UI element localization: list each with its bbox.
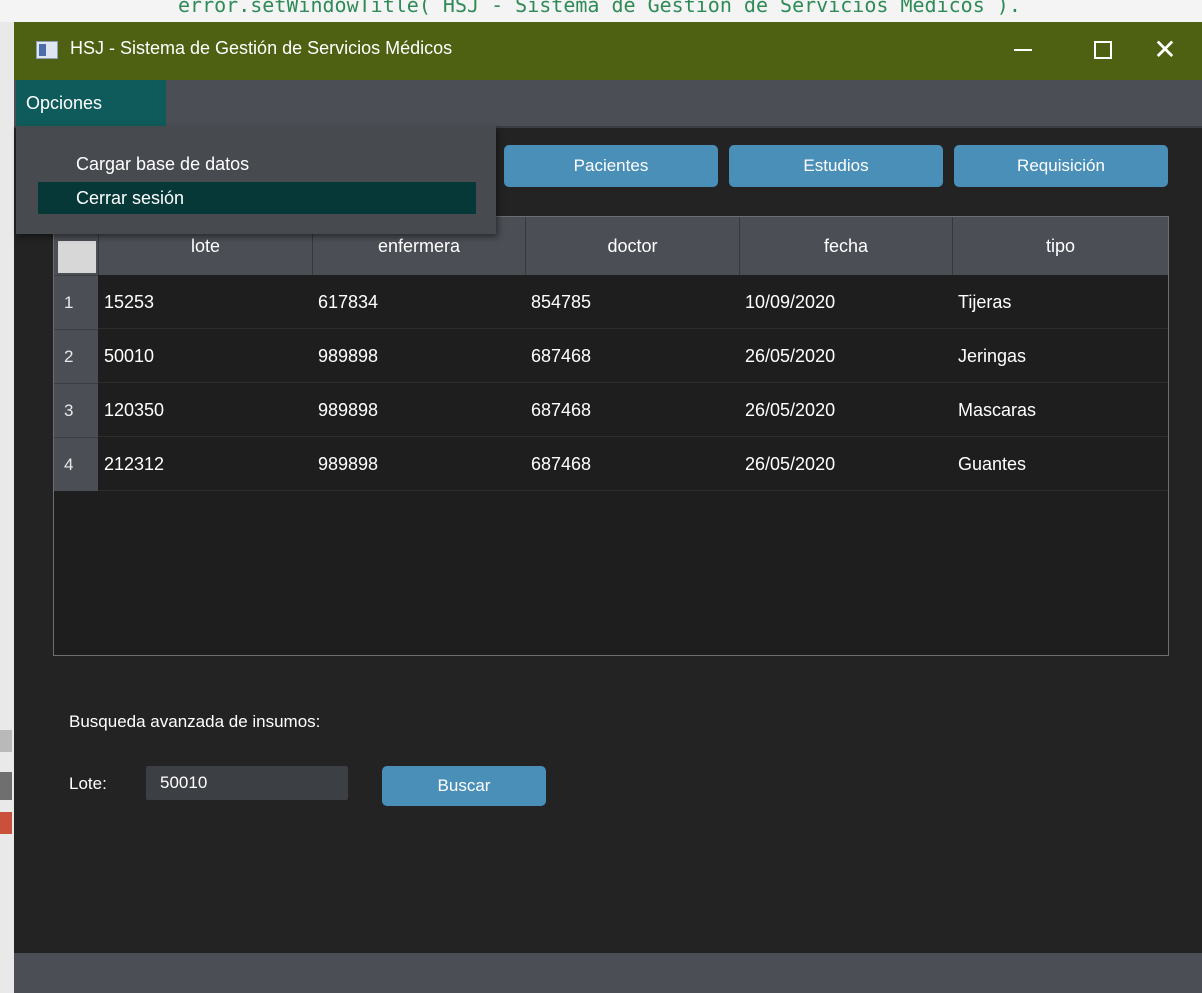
editor-gutter [0,22,14,993]
close-icon: ✕ [1153,33,1177,66]
gutter-marker [0,772,12,800]
gutter-error-marker [0,812,12,834]
lote-input[interactable] [146,766,348,800]
table-cell[interactable]: 854785 [525,275,739,329]
row-header[interactable]: 1 [54,275,98,329]
table-cell[interactable]: 989898 [312,383,525,437]
row-header[interactable]: 4 [54,437,98,491]
estudios-button[interactable]: Estudios [729,145,943,187]
menu-item-cargar-base-de-datos[interactable]: Cargar base de datos [38,148,476,180]
pacientes-button[interactable]: Pacientes [504,145,718,187]
table-cell[interactable]: 989898 [312,329,525,383]
select-all-button[interactable] [58,241,96,273]
gutter-marker [0,730,12,752]
status-bar [14,953,1202,993]
minimize-button[interactable] [994,22,1052,80]
lote-label: Lote: [69,774,107,793]
minimize-icon [1014,49,1032,51]
table-cell[interactable]: 212312 [98,437,312,491]
table-cell[interactable]: 120350 [98,383,312,437]
table-cell[interactable]: Mascaras [952,383,1168,437]
close-button[interactable]: ✕ [1136,22,1194,80]
table-cell[interactable]: Jeringas [952,329,1168,383]
table-cell[interactable]: 26/05/2020 [739,383,952,437]
buscar-button[interactable]: Buscar [382,766,546,806]
column-header-fecha[interactable]: fecha [739,217,952,275]
menu-opciones[interactable]: Opciones [16,80,166,126]
menu-item-cerrar-sesion[interactable]: Cerrar sesión [38,182,476,214]
table-cell[interactable]: 687468 [525,383,739,437]
search-heading: Busqueda avanzada de insumos: [69,712,321,731]
table-cell[interactable]: Tijeras [952,275,1168,329]
column-header-tipo[interactable]: tipo [952,217,1168,275]
row-header[interactable]: 3 [54,383,98,437]
title-bar[interactable]: HSJ - Sistema de Gestión de Servicios Mé… [14,22,1202,80]
window-title: HSJ - Sistema de Gestión de Servicios Mé… [70,38,453,58]
table-cell[interactable]: 617834 [312,275,525,329]
column-header-doctor[interactable]: doctor [525,217,739,275]
table-cell[interactable]: 26/05/2020 [739,329,952,383]
requisicion-button[interactable]: Requisición [954,145,1168,187]
table-cell[interactable]: 989898 [312,437,525,491]
maximize-icon [1094,41,1112,59]
table-cell[interactable]: 15253 [98,275,312,329]
table-cell[interactable]: Guantes [952,437,1168,491]
table-cell[interactable]: 687468 [525,329,739,383]
table-cell[interactable]: 687468 [525,437,739,491]
app-window: HSJ - Sistema de Gestión de Servicios Mé… [14,22,1202,993]
table-cell[interactable]: 10/09/2020 [739,275,952,329]
opciones-dropdown: Cargar base de datos Cerrar sesión [16,126,496,234]
background-code-line: error.setWindowTitle( HSJ - Sistema de G… [178,0,1021,17]
insumos-table: lote enfermera doctor fecha tipo 1 15253… [53,216,1169,656]
app-icon [36,41,58,59]
table-cell[interactable]: 26/05/2020 [739,437,952,491]
menu-bar: Opciones [14,80,1202,128]
maximize-button[interactable] [1074,22,1132,80]
table-cell[interactable]: 50010 [98,329,312,383]
row-header[interactable]: 2 [54,329,98,383]
